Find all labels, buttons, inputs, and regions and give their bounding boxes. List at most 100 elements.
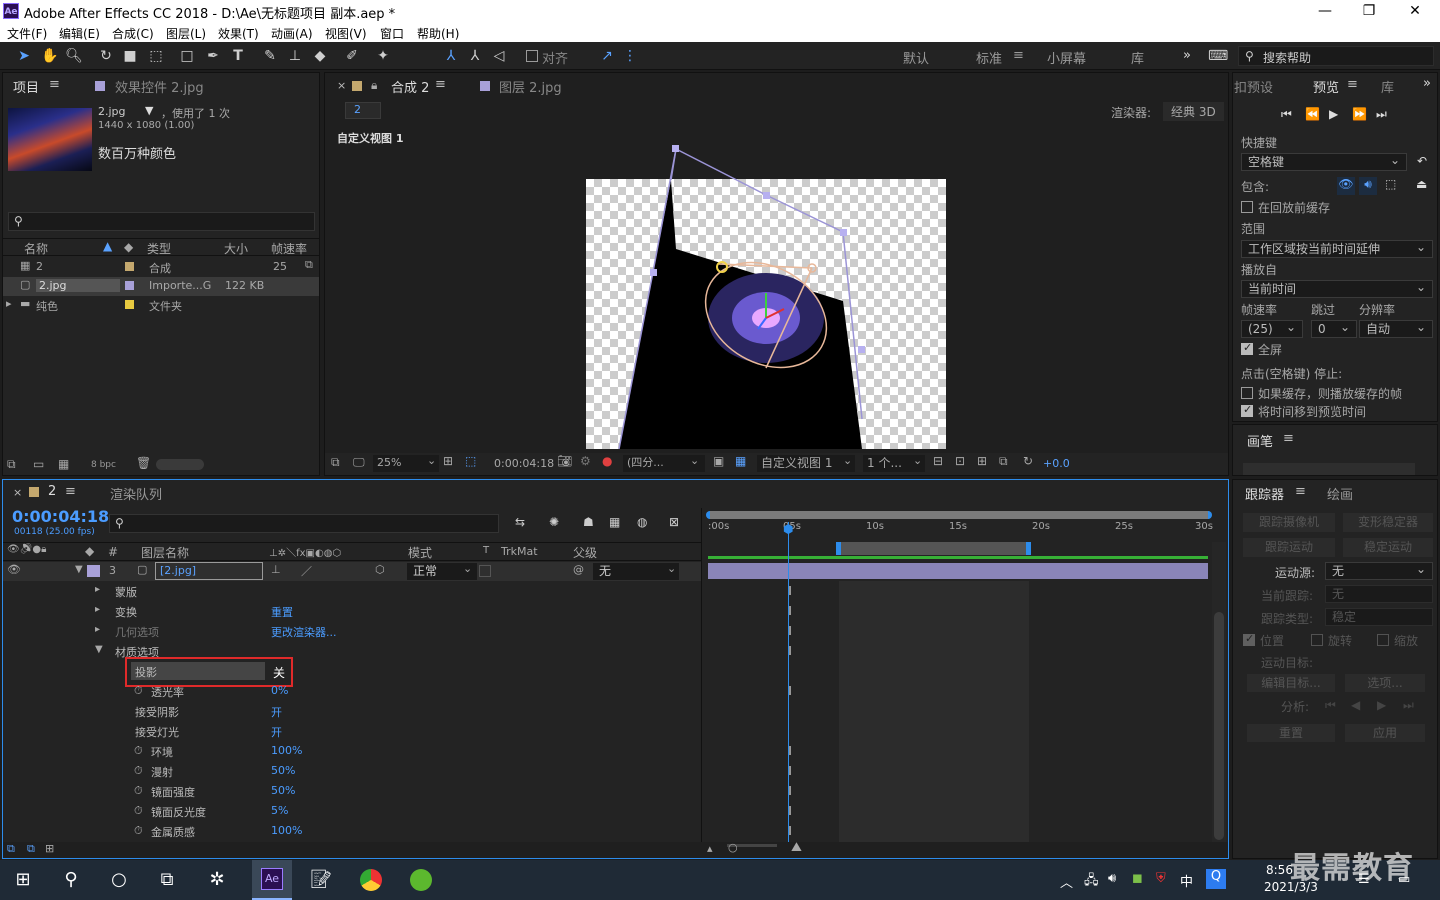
tab-effect-controls[interactable]: 效果控件 2.jpg bbox=[115, 77, 204, 96]
stopwatch-icon[interactable]: ⏱ bbox=[134, 824, 143, 838]
panel-menu-icon[interactable]: ≡ bbox=[65, 484, 76, 499]
column-type[interactable]: 类型 bbox=[147, 240, 171, 257]
last-frame-icon[interactable]: ⏭ bbox=[1376, 107, 1387, 122]
project-item-comp[interactable]: ▦ 2 合成 25 ⧉ bbox=[3, 258, 319, 277]
item-dropdown-icon[interactable]: ▼ bbox=[145, 104, 153, 117]
property-specular-shininess[interactable]: 镜面反光度 bbox=[151, 804, 206, 820]
tab-tracker[interactable]: 跟踪器 bbox=[1245, 484, 1284, 503]
type-tool-icon[interactable]: T bbox=[228, 46, 248, 66]
range-select[interactable]: 工作区域按当前时间延伸 bbox=[1241, 239, 1433, 258]
timeline-icon[interactable]: ⊡ bbox=[955, 454, 965, 468]
comp-flowchart-icon[interactable]: ⊞ bbox=[977, 454, 987, 468]
show-hidden-icons[interactable]: ︿ bbox=[1060, 872, 1073, 891]
menu-edit[interactable]: 编辑(E) bbox=[59, 25, 100, 42]
new-folder-icon[interactable]: ▭ bbox=[33, 457, 44, 471]
include-overlays-icon[interactable]: ⬚ bbox=[1385, 177, 1396, 191]
view-axis-icon[interactable]: ◁ bbox=[489, 46, 509, 66]
new-comp-icon[interactable]: ▦ bbox=[58, 457, 69, 471]
project-search-input[interactable]: ⚲ bbox=[8, 212, 315, 231]
quality-switch-icon[interactable]: ／ bbox=[301, 563, 312, 579]
trkmat-select[interactable] bbox=[479, 565, 491, 577]
monitor-icon[interactable]: 🖵︎ bbox=[353, 455, 365, 470]
help-search-field[interactable]: ⚲ 搜索帮助 bbox=[1238, 46, 1434, 66]
expand-arrow-icon[interactable]: ▸ bbox=[95, 604, 100, 615]
property-accepts-shadows[interactable]: 接受阴影 bbox=[135, 704, 179, 720]
change-renderer-link[interactable]: 更改渲染器... bbox=[271, 624, 337, 640]
renderer-button[interactable]: 经典 3D bbox=[1163, 102, 1224, 121]
menu-layer[interactable]: 图层(L) bbox=[166, 25, 206, 42]
pan-behind-tool-icon[interactable]: ⬚ bbox=[146, 46, 166, 66]
work-area-navigator[interactable] bbox=[706, 511, 1212, 519]
panel-menu-icon[interactable]: ≡ bbox=[435, 77, 446, 92]
menu-help[interactable]: 帮助(H) bbox=[417, 25, 459, 42]
local-axis-icon[interactable]: ⅄ bbox=[441, 46, 461, 66]
watermelon-app-icon[interactable] bbox=[406, 866, 436, 894]
playhead-icon[interactable]: ⬢ bbox=[783, 522, 793, 536]
time-ruler[interactable]: :00s 05s 10s 15s 20s 25s 30s bbox=[706, 521, 1213, 543]
tab-composition[interactable]: 合成 2 bbox=[391, 77, 429, 96]
puppet-tool-icon[interactable]: ✦ bbox=[373, 46, 393, 66]
stopwatch-icon[interactable]: ⏱ bbox=[134, 784, 143, 798]
interpret-footage-icon[interactable]: ⧉ bbox=[7, 457, 16, 472]
rotate-tool-icon[interactable]: ↻ bbox=[96, 46, 116, 66]
edit-target-button[interactable]: 编辑目标... bbox=[1247, 674, 1335, 692]
motion-blur-icon[interactable]: ◍ bbox=[637, 515, 647, 529]
property-specular-intensity[interactable]: 镜面强度 bbox=[151, 784, 195, 800]
action-center-icon[interactable]: ▭ bbox=[1398, 872, 1410, 887]
tab-preview[interactable]: 预览 bbox=[1313, 77, 1339, 96]
fast-preview-icon[interactable]: ▣ bbox=[713, 454, 724, 468]
current-time[interactable]: 0:00:04:18 bbox=[494, 457, 554, 470]
work-area-bar[interactable] bbox=[836, 542, 1031, 555]
graph-editor-icon[interactable]: ⊠ bbox=[669, 515, 679, 529]
comp-viewer[interactable] bbox=[586, 143, 946, 449]
region-of-interest-icon[interactable]: ⬚ bbox=[465, 454, 476, 468]
layer-duration-bar[interactable] bbox=[708, 563, 1208, 579]
first-frame-icon[interactable]: ⏮ bbox=[1281, 107, 1292, 122]
pen-tool-icon[interactable]: ✒ bbox=[203, 46, 223, 66]
include-video-icon[interactable]: 👁︎ bbox=[1337, 177, 1355, 195]
column-fps[interactable]: 帧速率 bbox=[271, 240, 307, 257]
snap-option-icon[interactable]: ↗ bbox=[597, 46, 617, 66]
expand-arrow-icon[interactable]: ▸ bbox=[95, 584, 100, 595]
menu-view[interactable]: 视图(V) bbox=[325, 25, 367, 42]
menu-animation[interactable]: 动画(A) bbox=[271, 25, 313, 42]
analyze-backward-icon[interactable]: ⏮ bbox=[1325, 698, 1336, 713]
menu-window[interactable]: 窗口 bbox=[380, 25, 404, 42]
tab-effects-presets[interactable]: 扣预设 bbox=[1234, 77, 1273, 96]
ime-indicator[interactable]: 中 bbox=[1180, 871, 1193, 890]
position-checkbox[interactable] bbox=[1243, 632, 1255, 646]
expand-arrow-icon[interactable]: ▸ bbox=[6, 297, 12, 310]
show-snapshot-icon[interactable]: ⚙ bbox=[580, 454, 591, 468]
notifications-icon[interactable]: ☰ bbox=[1358, 872, 1370, 887]
light-transmission-value[interactable]: 0% bbox=[271, 684, 288, 697]
close-button[interactable]: ✕ bbox=[1392, 0, 1438, 22]
rotation-checkbox[interactable] bbox=[1311, 634, 1323, 646]
fit-icon[interactable]: ⊞ bbox=[443, 454, 453, 468]
panel-menu-icon[interactable]: ≡ bbox=[49, 77, 60, 92]
ambient-value[interactable]: 100% bbox=[271, 744, 302, 757]
stopwatch-icon[interactable]: ⏱ bbox=[134, 684, 143, 698]
snapshot-icon[interactable]: 📷︎ bbox=[557, 454, 572, 468]
collapse-arrow-icon[interactable]: ▼ bbox=[75, 564, 83, 575]
track-type-select[interactable]: 稳定 bbox=[1325, 608, 1433, 626]
in-out-toggle-icon[interactable]: ⊞ bbox=[45, 842, 54, 855]
expand-arrow-icon[interactable]: ▸ bbox=[95, 624, 100, 635]
workspace-library[interactable]: 库 bbox=[1131, 48, 1144, 67]
qq-icon[interactable]: Q bbox=[1206, 869, 1226, 889]
network-icon[interactable]: 🖧︎ bbox=[1084, 871, 1099, 893]
comp-breadcrumb[interactable]: 2 bbox=[345, 102, 381, 119]
previous-frame-icon[interactable]: ⏪ bbox=[1305, 107, 1320, 121]
property-geometry-options[interactable]: 几何选项 bbox=[115, 624, 159, 640]
clone-stamp-tool-icon[interactable]: ⊥ bbox=[285, 46, 305, 66]
collapse-arrow-icon[interactable]: ▼ bbox=[95, 644, 103, 655]
search-icon[interactable]: ⚲ bbox=[56, 866, 86, 894]
clock-time[interactable]: 8:56 bbox=[1266, 863, 1293, 877]
panel-menu-icon[interactable]: ≡ bbox=[1283, 431, 1294, 446]
property-light-transmission[interactable]: 透光率 bbox=[151, 684, 184, 700]
shy-layers-icon[interactable]: ☗ bbox=[583, 515, 594, 529]
layer-row[interactable]: 👁︎ ▼ 3 ▢ [2.jpg] ⊥ ／ ⬡ 正常 ⌄ @ 无 ⌄ bbox=[3, 562, 701, 581]
accepts-lights-value[interactable]: 开 bbox=[271, 724, 282, 740]
hand-tool-icon[interactable]: ✋ bbox=[40, 46, 60, 66]
layer-switches-toggle-icon[interactable]: ⧉ bbox=[7, 842, 15, 856]
cache-before-checkbox[interactable] bbox=[1241, 201, 1253, 213]
